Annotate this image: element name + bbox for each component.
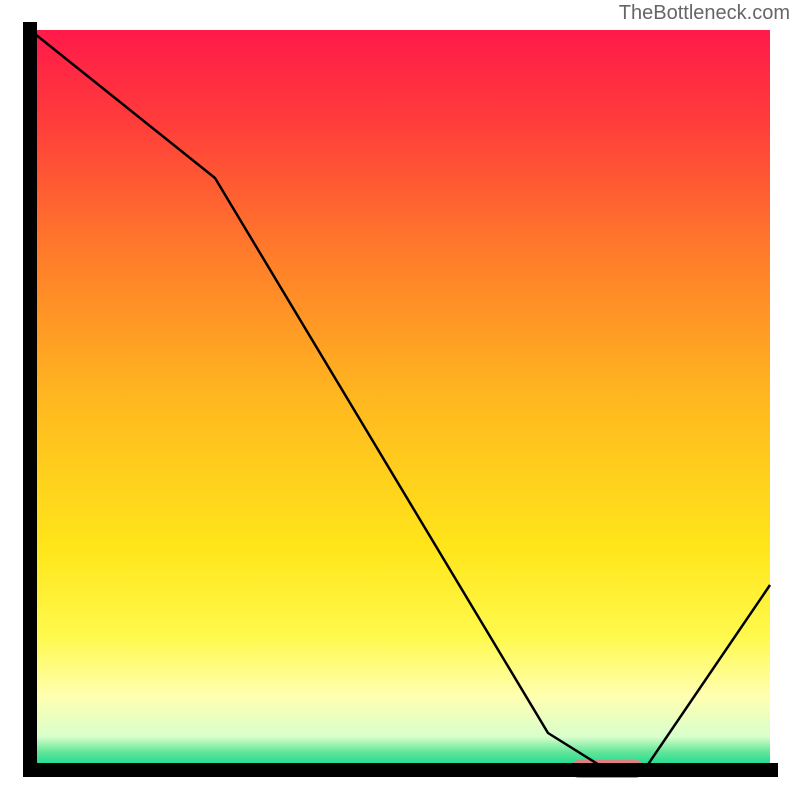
watermark-text: TheBottleneck.com [619,2,790,25]
bottleneck-chart [0,0,800,800]
chart-container: { "watermark": "TheBottleneck.com", "cha… [0,0,800,800]
gradient-background [30,30,770,770]
